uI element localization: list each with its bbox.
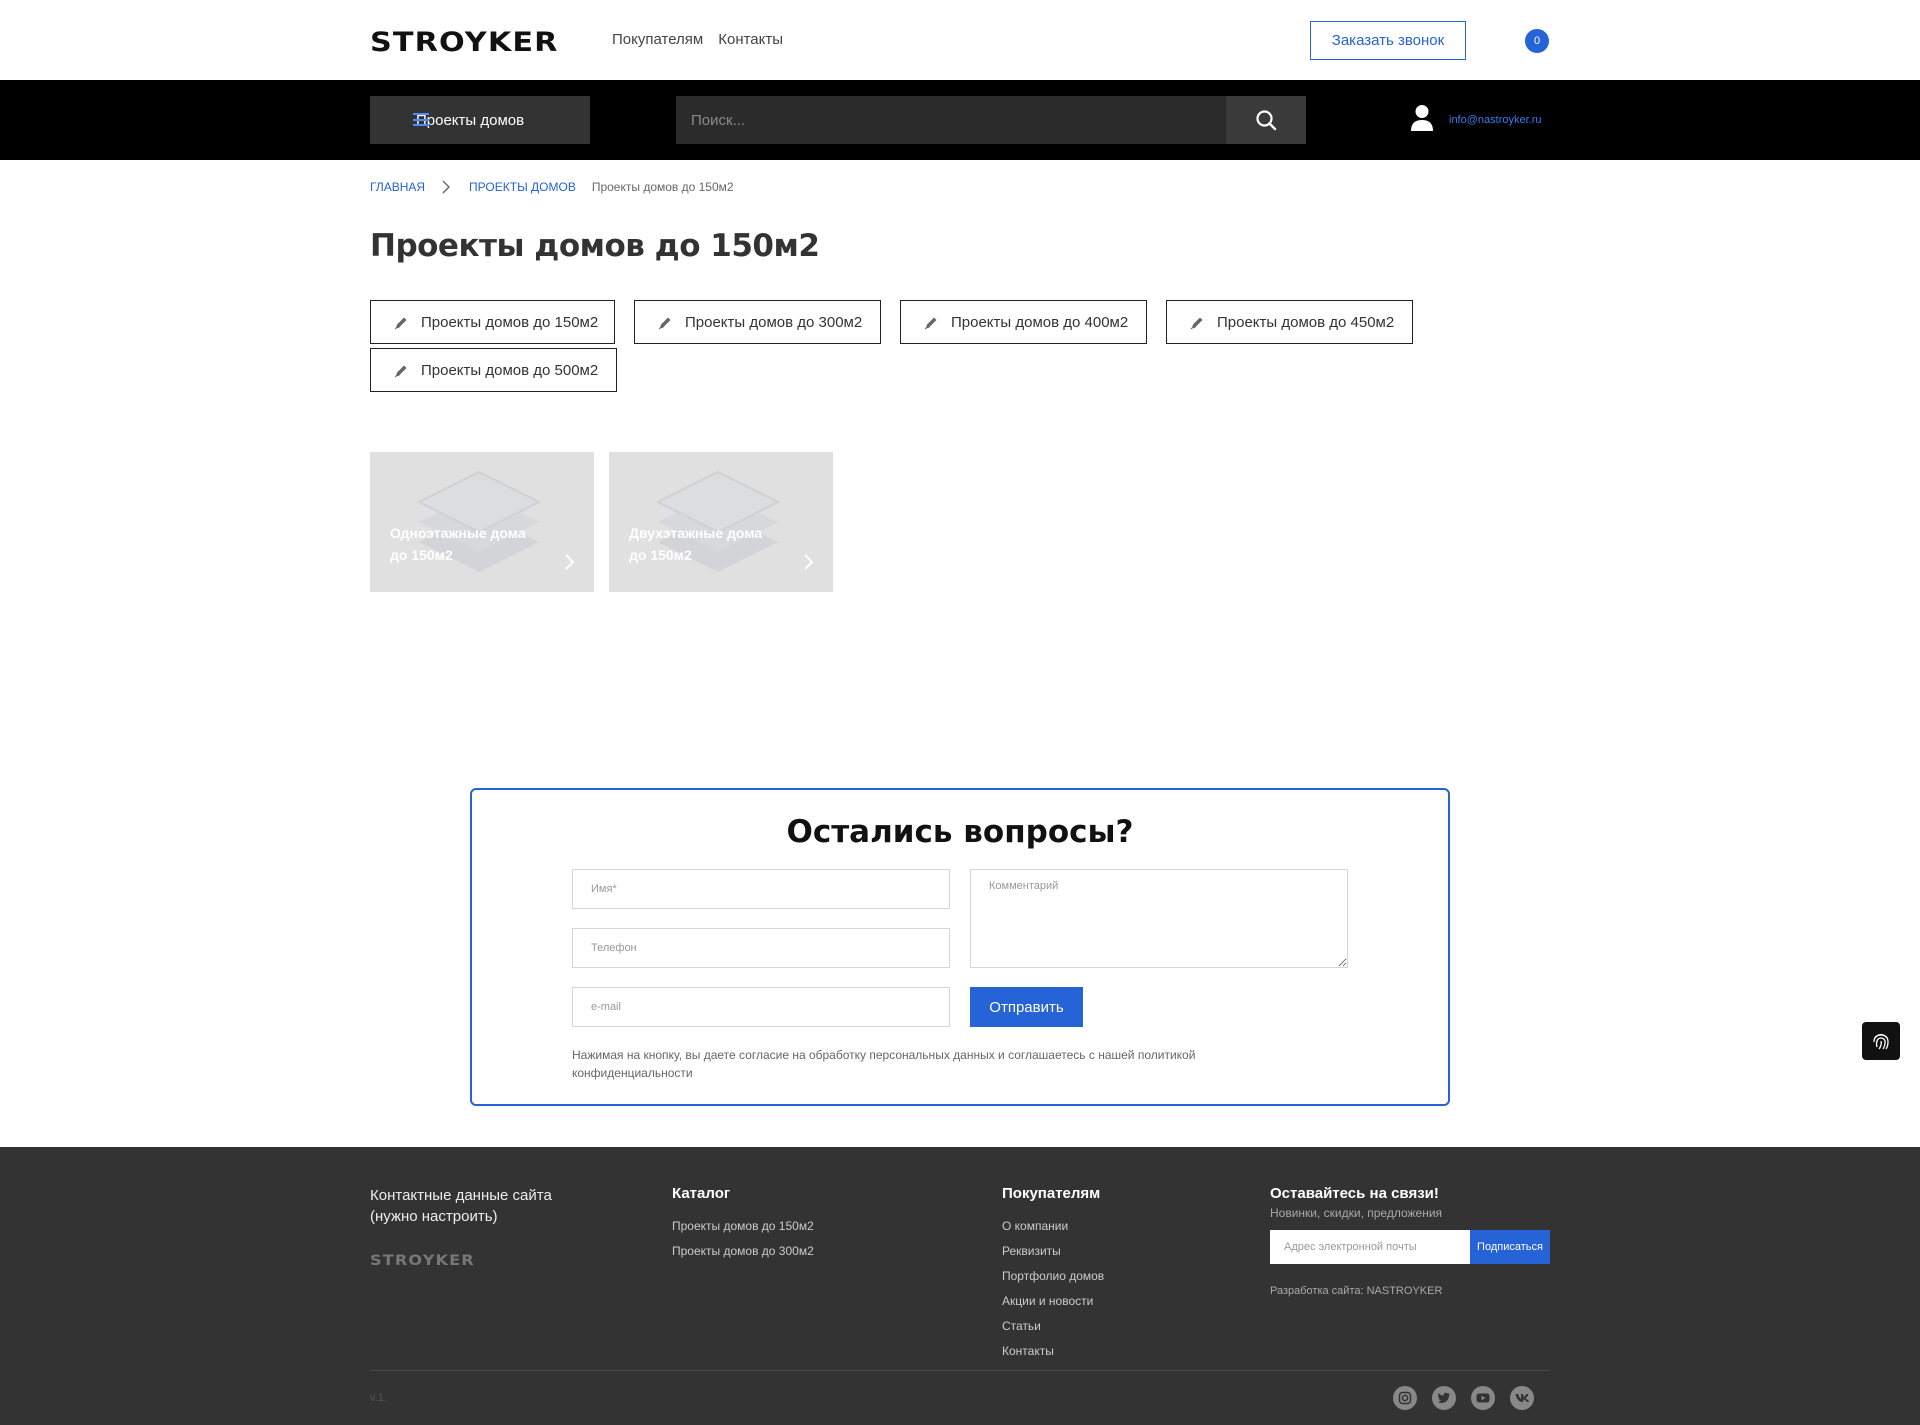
nav-link-contacts[interactable]: Контакты	[718, 31, 783, 48]
subscribe-heading: Оставайтесь на связи!	[1270, 1185, 1439, 1202]
pencil-icon	[394, 365, 407, 378]
submit-button[interactable]: Отправить	[970, 987, 1083, 1027]
header-email-link[interactable]: info@nastroyker.ru	[1449, 114, 1542, 126]
fingerprint-button[interactable]	[1862, 1022, 1900, 1060]
email-field[interactable]	[572, 987, 950, 1027]
comment-field[interactable]	[970, 869, 1348, 968]
youtube-icon[interactable]	[1471, 1386, 1495, 1410]
user-icon[interactable]	[1410, 104, 1434, 132]
footer-catalog-link[interactable]: Проекты домов до 150м2	[672, 1214, 814, 1239]
footer-contacts: Контактные данные сайта (нужно настроить…	[370, 1187, 552, 1225]
breadcrumb-current: Проекты домов до 150м2	[591, 180, 734, 194]
tag-button[interactable]: Проекты домов до 500м2	[370, 348, 617, 392]
chevron-right-icon	[565, 554, 575, 570]
page-title: Проекты домов до 150м2	[370, 228, 820, 264]
phone-field[interactable]	[572, 928, 950, 968]
chevron-right-icon	[804, 554, 814, 570]
top-nav: Покупателям Контакты	[612, 31, 783, 48]
chevron-right-icon	[441, 180, 455, 194]
instagram-icon[interactable]	[1393, 1386, 1417, 1410]
breadcrumb-section[interactable]: Проекты домов	[469, 180, 576, 194]
category-card-title: Двухэтажные дома до 150м2	[629, 525, 763, 563]
site-footer: Контактные данные сайта (нужно настроить…	[0, 1147, 1920, 1425]
footer-catalog-heading: Каталог	[672, 1185, 731, 1202]
tag-label: Проекты домов до 150м2	[421, 313, 599, 331]
footer-logo[interactable]: STROYKER	[370, 1253, 475, 1269]
category-card-title: Одноэтажные дома до 150м2	[390, 525, 526, 563]
category-card[interactable]: Одноэтажные дома до 150м2	[370, 452, 594, 592]
footer-buyers-heading: Покупателям	[1002, 1185, 1101, 1202]
twitter-icon[interactable]	[1432, 1386, 1456, 1410]
footer-buyers-link[interactable]: Контакты	[1002, 1339, 1104, 1364]
top-header: STROYKER Покупателям Контакты Заказать з…	[0, 0, 1920, 80]
site-version: v.1.	[370, 1392, 387, 1404]
search-button[interactable]	[1226, 96, 1306, 144]
pencil-icon	[924, 317, 937, 330]
subscribe-button[interactable]: Подписаться	[1470, 1230, 1550, 1264]
tag-label: Проекты домов до 500м2	[421, 361, 599, 379]
cart-count-badge[interactable]: 0	[1525, 29, 1549, 53]
subscribe-subtitle: Новинки, скидки, предложения	[1270, 1206, 1443, 1220]
developer-credit: Разработка сайта: NASTROYKER	[1270, 1285, 1443, 1297]
category-card[interactable]: Двухэтажные дома до 150м2	[609, 452, 833, 592]
tag-button[interactable]: Проекты домов до 400м2	[900, 300, 1147, 344]
footer-buyers-column: Покупателям О компании Реквизиты Портфол…	[1002, 1185, 1104, 1364]
footer-catalog-column: Каталог Проекты домов до 150м2 Проекты д…	[672, 1185, 814, 1264]
footer-catalog-link[interactable]: Проекты домов до 300м2	[672, 1239, 814, 1264]
footer-buyers-link[interactable]: Портфолио домов	[1002, 1264, 1104, 1289]
nav-link-buyers[interactable]: Покупателям	[612, 31, 703, 48]
pencil-icon	[1190, 317, 1203, 330]
tag-button[interactable]: Проекты домов до 150м2	[370, 300, 615, 344]
breadcrumb-home[interactable]: Главная	[370, 180, 425, 194]
search-icon	[1256, 110, 1277, 131]
menu-icon	[413, 113, 429, 126]
footer-buyers-link[interactable]: О компании	[1002, 1214, 1104, 1239]
feedback-form: Остались вопросы? Отправить Нажимая на к…	[470, 788, 1450, 1106]
tag-button[interactable]: Проекты домов до 450м2	[1166, 300, 1413, 344]
footer-divider	[370, 1370, 1550, 1371]
request-callback-button[interactable]: Заказать звонок	[1310, 21, 1466, 60]
vk-icon[interactable]	[1510, 1386, 1534, 1410]
subscribe-email-input[interactable]	[1270, 1230, 1470, 1264]
form-title: Остались вопросы?	[786, 814, 1134, 850]
site-logo[interactable]: STROYKER	[370, 27, 559, 58]
tag-button[interactable]: Проекты домов до 300м2	[634, 300, 881, 344]
main-toolbar: Проекты домов info@nastroyker.ru	[0, 80, 1920, 160]
tag-label: Проекты домов до 400м2	[951, 313, 1129, 331]
pencil-icon	[658, 317, 671, 330]
catalog-menu-button[interactable]: Проекты домов	[370, 96, 590, 144]
pencil-icon	[394, 317, 407, 330]
breadcrumb: Главная Проекты домов Проекты домов до 1…	[370, 180, 734, 194]
tag-label: Проекты домов до 450м2	[1217, 313, 1395, 331]
consent-text: Нажимая на кнопку, вы даете согласие на …	[572, 1048, 1196, 1080]
search-input[interactable]	[676, 96, 1226, 144]
name-field[interactable]	[572, 869, 950, 909]
footer-buyers-link[interactable]: Реквизиты	[1002, 1239, 1104, 1264]
tag-label: Проекты домов до 300м2	[685, 313, 863, 331]
fingerprint-icon	[1873, 1033, 1889, 1050]
footer-buyers-link[interactable]: Статьи	[1002, 1314, 1104, 1339]
footer-buyers-link[interactable]: Акции и новости	[1002, 1289, 1104, 1314]
catalog-menu-label: Проекты домов	[416, 111, 525, 129]
search-bar	[676, 96, 1306, 144]
